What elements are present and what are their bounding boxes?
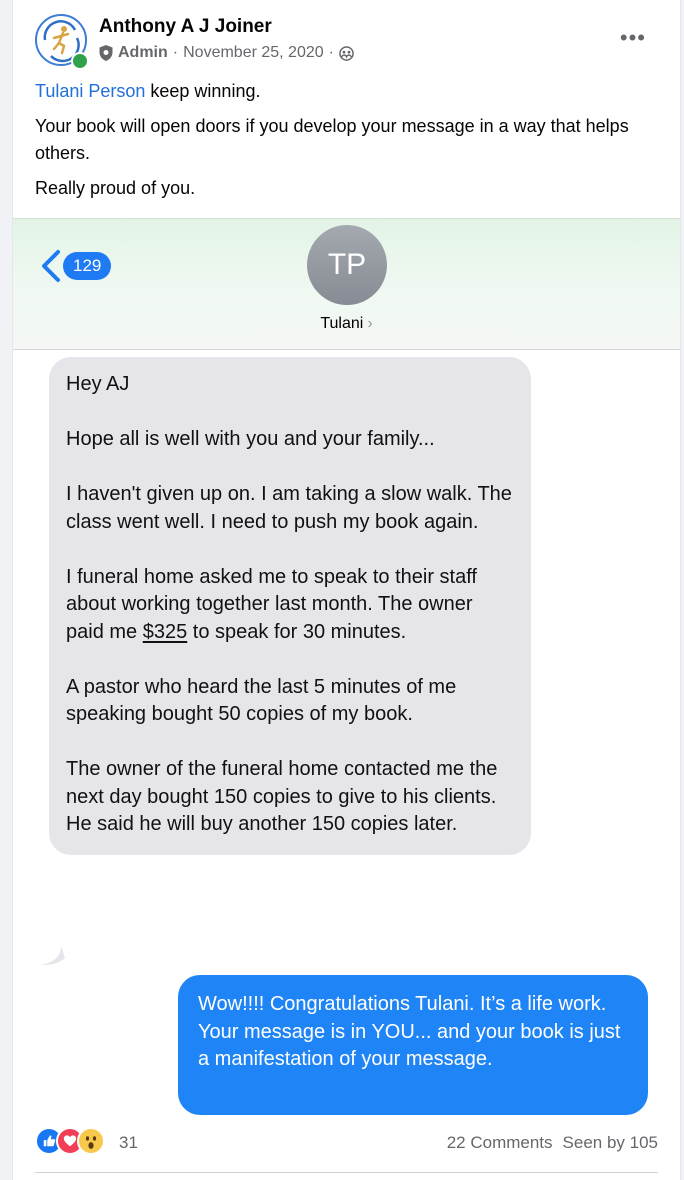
admin-label: Admin [118, 44, 168, 61]
reaction-count[interactable]: 31 [119, 1133, 138, 1153]
message-paragraph: Hope all is well with you and your famil… [66, 428, 435, 450]
message-paragraph: I funeral home asked me to speak to thei… [66, 565, 477, 643]
wow-reaction-icon [77, 1127, 105, 1155]
post-stats: 22 Comments Seen by 105 [447, 1133, 658, 1153]
admin-shield-icon [99, 45, 113, 61]
author-name[interactable]: Anthony A J Joiner [99, 16, 272, 38]
comments-count-link[interactable]: 22 Comments [447, 1133, 553, 1153]
sent-message-bubble: Wow!!!! Congratulations Tulani. It’s a l… [178, 975, 648, 1115]
reactions-summary[interactable] [35, 1127, 105, 1155]
message-paragraph: I haven't given up on. I am taking a slo… [66, 483, 512, 533]
contact-avatar[interactable]: TP [307, 225, 387, 305]
seen-by-link[interactable]: Seen by 105 [563, 1133, 658, 1153]
post-date[interactable]: November 25, 2020 [183, 44, 324, 62]
group-audience-icon[interactable] [339, 45, 354, 61]
post-paragraph: Tulani Person keep winning. [35, 81, 261, 101]
post-body: Tulani Person keep winning. Your book wi… [35, 78, 655, 210]
post-meta: Admin · November 25, 2020 · [99, 44, 354, 62]
post-card: Anthony A J Joiner Admin · November 25, … [12, 0, 681, 1180]
post-footer: 31 22 Comments Seen by 105 [13, 1115, 680, 1180]
imessage-header: 129 TP Tulani › [13, 218, 680, 350]
message-paragraph: Hey AJ [66, 373, 130, 395]
online-status-dot [71, 52, 89, 70]
received-message-bubble: Hey AJ Hope all is well with you and you… [49, 357, 531, 855]
attached-photo[interactable]: 129 TP Tulani › Hey AJ Hope all is well w… [13, 218, 680, 1115]
meta-separator: · [172, 44, 179, 61]
price-link[interactable]: $325 [143, 621, 188, 643]
message-paragraph: The owner of the funeral home contacted … [66, 758, 498, 835]
footer-divider [35, 1172, 658, 1173]
contact-name[interactable]: Tulani › [13, 315, 680, 333]
back-chevron-icon[interactable] [39, 249, 63, 283]
bubble-tail-icon [41, 946, 65, 965]
post-paragraph: Really proud of you. [35, 178, 196, 198]
mention-link[interactable]: Tulani Person [35, 81, 145, 101]
post-paragraph: Your book will open doors if you develop… [35, 116, 629, 163]
chevron-right-icon: › [367, 315, 373, 332]
meta-separator: · [328, 44, 334, 61]
message-paragraph: A pastor who heard the last 5 minutes of… [66, 675, 457, 726]
more-options-icon[interactable]: ••• [620, 27, 646, 49]
unread-count-badge[interactable]: 129 [63, 252, 112, 280]
